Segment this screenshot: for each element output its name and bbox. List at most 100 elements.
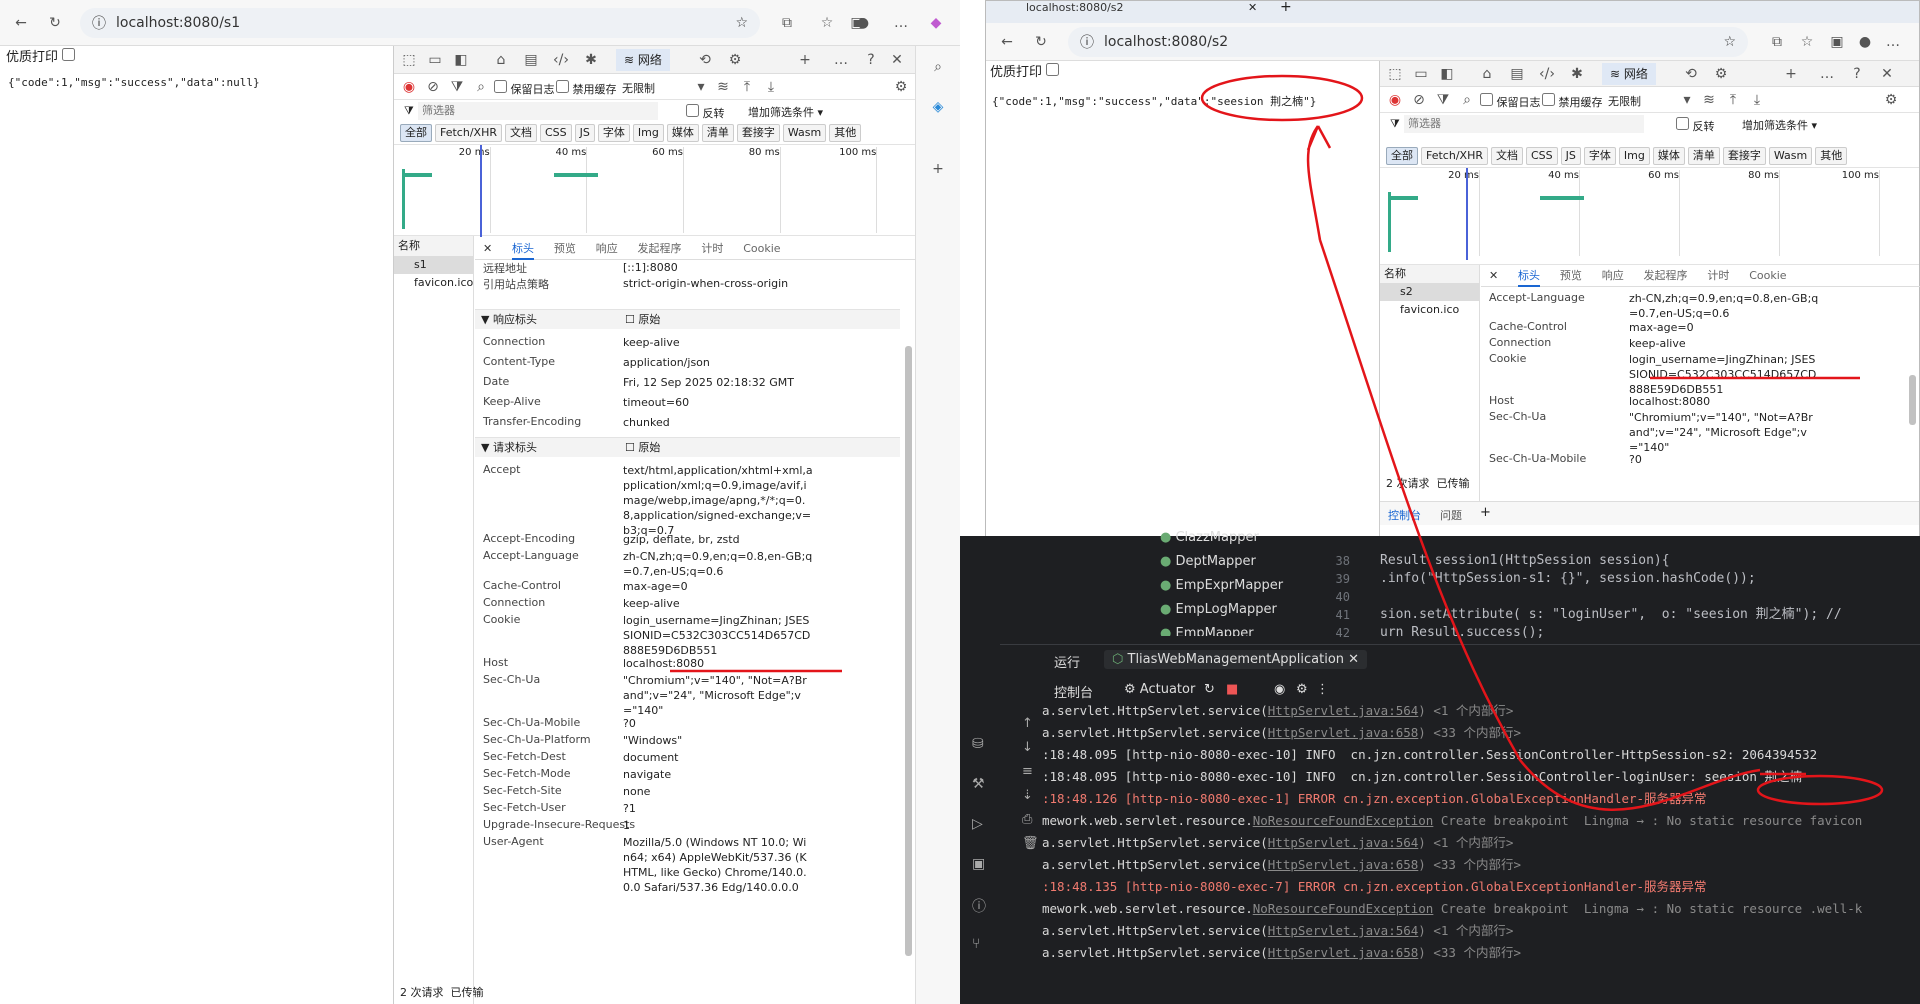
preserve-log-checkbox[interactable] <box>494 80 507 93</box>
back-icon[interactable]: ← <box>10 12 32 34</box>
right-search-icon[interactable]: ⌕ <box>1456 89 1478 111</box>
tree-item[interactable]: ● EmpExprMapper <box>1160 574 1290 598</box>
type-chip[interactable]: Wasm <box>1768 147 1813 165</box>
chevron-down-icon[interactable]: ▾ <box>690 76 712 98</box>
close-devtools-icon[interactable]: ✕ <box>886 49 908 71</box>
console-icon[interactable]: ▤ <box>520 49 542 71</box>
run-config-tab[interactable]: ⬡ TliasWebManagementApplication ✕ <box>1104 650 1368 669</box>
trash-icon[interactable]: 🗑 <box>1022 836 1042 860</box>
type-chip[interactable]: 媒体 <box>1652 147 1685 165</box>
right-wifi-icon[interactable]: ≋ <box>1698 89 1720 111</box>
print-toggle[interactable]: 优质打印 <box>6 46 76 65</box>
right-preserve-log[interactable]: 保留日志 <box>1480 93 1541 110</box>
type-chip[interactable]: JS <box>1560 147 1581 165</box>
more-icon[interactable]: … <box>830 49 852 71</box>
invert-toggle[interactable]: 反转 <box>686 104 725 121</box>
right-tab-timing[interactable]: 计时 <box>1707 269 1729 282</box>
right-extensions-icon[interactable]: ⧉ <box>1766 31 1788 53</box>
tab-console[interactable]: 控制台 <box>1054 682 1093 701</box>
print-icon[interactable]: ⎙ <box>1022 812 1042 836</box>
wifi-icon[interactable]: ≋ <box>712 76 734 98</box>
header-section[interactable]: ▼ 请求标头 ☐ 原始 <box>475 437 900 457</box>
tree-item[interactable]: ● EmpLogMapper <box>1160 598 1290 622</box>
print-checkbox[interactable] <box>62 48 76 61</box>
right-preserve-log-checkbox[interactable] <box>1480 93 1493 106</box>
copilot-icon[interactable]: ◆ <box>925 12 947 34</box>
type-chip[interactable]: 字体 <box>1583 147 1616 165</box>
type-chip[interactable]: JS <box>574 124 595 142</box>
log-link[interactable]: HttpServlet.java:564 <box>1268 835 1419 850</box>
right-upload-icon[interactable]: ⤒ <box>1722 89 1744 111</box>
search-icon[interactable]: ⌕ <box>927 56 949 78</box>
type-chip[interactable]: 套接字 <box>1722 147 1766 165</box>
right-more-icon[interactable]: … <box>1816 63 1838 85</box>
record-icon[interactable]: ◉ <box>398 76 420 98</box>
new-tab-icon[interactable]: + <box>1280 0 1292 15</box>
right-bug-icon[interactable]: ✱ <box>1566 63 1588 85</box>
tab-actuator[interactable]: ⚙ Actuator <box>1124 682 1195 697</box>
upload-icon[interactable]: ⤒ <box>736 76 758 98</box>
camera-icon[interactable]: ◉ <box>1274 682 1285 697</box>
tree-item[interactable]: ● EmpMapper <box>1160 622 1290 636</box>
more-filters-button[interactable]: 增加筛选条件 ▾ <box>748 104 823 120</box>
network-tab[interactable]: ≋ 网络 <box>616 49 670 71</box>
type-chip[interactable]: 全部 <box>400 124 432 142</box>
raw-toggle[interactable]: ☐ 原始 <box>625 438 660 458</box>
drawer-tab-issues[interactable]: 问题 <box>1440 507 1462 523</box>
home-icon[interactable]: ⌂ <box>490 49 512 71</box>
inspect-icon[interactable]: ⬚ <box>398 49 420 71</box>
terminal-icon[interactable]: ▣ <box>972 856 985 872</box>
tab-cookie[interactable]: Cookie <box>743 242 780 255</box>
console-output[interactable]: a.servlet.HttpServlet.service(HttpServle… <box>1042 700 1920 1000</box>
type-chip[interactable]: 清单 <box>701 124 734 142</box>
wrap-icon[interactable]: ≡ <box>1022 764 1042 788</box>
right-home-icon[interactable]: ⌂ <box>1476 63 1498 85</box>
request-row-favicon[interactable]: favicon.ico <box>394 274 473 292</box>
type-chip[interactable]: Fetch/XHR <box>435 124 502 142</box>
right-favorites-icon[interactable]: ☆ <box>1796 31 1818 53</box>
left-address-bar[interactable]: ⓘ localhost:8080/s1 ☆ <box>80 8 760 38</box>
close-tab-icon[interactable]: ✕ <box>1248 1 1257 14</box>
dock-icon[interactable]: ◧ <box>450 49 472 71</box>
download-icon[interactable]: ⤓ <box>760 76 782 98</box>
raw-toggle[interactable]: ☐ 原始 <box>625 310 660 330</box>
type-chip[interactable]: 字体 <box>597 124 630 142</box>
settings-gear-icon[interactable]: ⚙ <box>724 49 746 71</box>
right-help-icon[interactable]: ? <box>1846 63 1868 85</box>
right-reload-icon[interactable]: ↻ <box>1030 31 1052 53</box>
filter-icon[interactable]: ⧩ <box>446 76 468 98</box>
right-collections-icon[interactable]: ▣ <box>1826 31 1848 53</box>
bug-icon[interactable]: ✱ <box>580 49 602 71</box>
right-close-devtools-icon[interactable]: ✕ <box>1876 63 1898 85</box>
right-tab-headers[interactable]: 标头 <box>1518 269 1541 287</box>
log-link[interactable]: NoResourceFoundException <box>1253 813 1434 828</box>
right-record-icon[interactable]: ◉ <box>1384 89 1406 111</box>
tab-timing[interactable]: 计时 <box>701 242 723 255</box>
network-settings-icon[interactable]: ⚙ <box>890 76 912 98</box>
right-details-scrollbar[interactable] <box>1909 375 1916 425</box>
more-options-icon[interactable]: ⋮ <box>1316 682 1329 697</box>
scroll-end-icon[interactable]: ⇣ <box>1022 788 1042 812</box>
type-chip[interactable]: 其他 <box>829 124 862 142</box>
preserve-log[interactable]: 保留日志 <box>494 80 555 97</box>
type-chip[interactable]: 媒体 <box>666 124 699 142</box>
right-settings-icon[interactable]: ⚙ <box>1710 63 1732 85</box>
rerun-icon[interactable]: ↻ <box>1204 682 1215 697</box>
git-icon[interactable]: ⑂ <box>972 936 980 952</box>
right-menu-icon[interactable]: … <box>1882 31 1904 53</box>
invert-checkbox[interactable] <box>686 104 699 117</box>
log-link[interactable]: NoResourceFoundException <box>1253 901 1434 916</box>
sources-icon[interactable]: ‹/› <box>550 49 572 71</box>
type-chip[interactable]: Fetch/XHR <box>1421 147 1488 165</box>
tab-headers[interactable]: 标头 <box>512 242 535 260</box>
type-chip[interactable]: 文档 <box>504 124 537 142</box>
log-link[interactable]: HttpServlet.java:564 <box>1268 703 1419 718</box>
log-link[interactable]: HttpServlet.java:658 <box>1268 857 1419 872</box>
type-chip[interactable]: 全部 <box>1386 147 1418 165</box>
right-invert-toggle[interactable]: 反转 <box>1676 117 1715 134</box>
right-chevron-down-icon[interactable]: ▾ <box>1676 89 1698 111</box>
right-network-settings-icon[interactable]: ⚙ <box>1880 89 1902 111</box>
right-sources-icon[interactable]: ‹/› <box>1536 63 1558 85</box>
menu-dots-icon[interactable]: … <box>890 12 912 34</box>
add-tool-icon[interactable]: + <box>794 49 816 71</box>
